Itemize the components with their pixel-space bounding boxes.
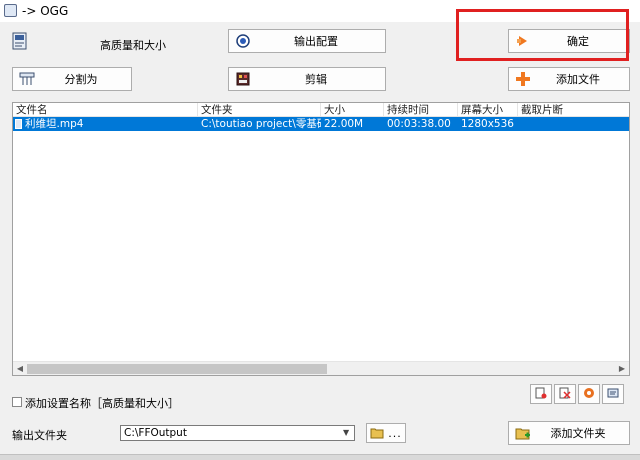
column-header-clip[interactable]: 截取片断 [518, 103, 629, 117]
cell-size: 22.00M [324, 118, 364, 130]
column-header-folder[interactable]: 文件夹 [198, 103, 321, 117]
clear-list-icon [559, 387, 571, 402]
film-clip-icon [235, 71, 251, 87]
column-header-duration[interactable]: 持续时间 [384, 103, 458, 117]
plus-icon [515, 71, 531, 87]
add-file-button[interactable]: 添加文件 [508, 67, 630, 91]
clear-list-button[interactable] [554, 384, 576, 404]
remove-file-button[interactable] [530, 384, 552, 404]
add-file-label: 添加文件 [556, 73, 600, 86]
table-header: 文件名 文件夹 大小 持续时间 屏幕大小 截取片断 [13, 103, 629, 117]
highlight-annotation [456, 9, 629, 61]
file-list[interactable]: 文件名 文件夹 大小 持续时间 屏幕大小 截取片断 利维坦.mp4 C:\tou… [12, 102, 630, 376]
split-icon [19, 71, 35, 87]
window-title: -> OGG [22, 4, 69, 18]
add-setting-name-label: 添加设置名称［高质量和大小］ [25, 397, 179, 410]
quality-icon [12, 32, 28, 50]
split-button[interactable]: 分割为 [12, 67, 132, 91]
split-label: 分割为 [64, 73, 98, 86]
output-config-button[interactable]: 输出配置 [228, 29, 386, 53]
horizontal-scrollbar[interactable]: ◀ ▶ [13, 361, 629, 375]
output-folder-label: 输出文件夹 [12, 429, 67, 442]
output-config-icon [235, 33, 251, 49]
play-button[interactable] [578, 384, 600, 404]
scroll-thumb[interactable] [27, 364, 327, 374]
column-header-filename[interactable]: 文件名 [13, 103, 198, 117]
clip-label: 剪辑 [305, 73, 327, 86]
status-bar [0, 454, 640, 460]
media-info-button[interactable] [602, 384, 624, 404]
cell-screen-size: 1280x536 [461, 118, 514, 130]
play-icon [583, 387, 595, 402]
output-config-label: 输出配置 [294, 35, 338, 48]
folder-icon [370, 427, 384, 442]
add-setting-name-checkbox[interactable] [12, 397, 22, 407]
column-header-screen-size[interactable]: 屏幕大小 [458, 103, 518, 117]
table-row[interactable]: 利维坦.mp4 C:\toutiao project\零基础自学... 22.0… [13, 117, 629, 131]
column-header-size[interactable]: 大小 [321, 103, 384, 117]
chevron-down-icon: ▼ [343, 428, 350, 437]
remove-file-icon [535, 387, 547, 402]
browse-folder-button[interactable]: ... [366, 423, 406, 443]
file-icon [15, 119, 22, 129]
add-folder-icon [515, 425, 531, 441]
clip-button[interactable]: 剪辑 [228, 67, 386, 91]
cell-duration: 00:03:38.00 [387, 118, 451, 130]
scroll-right-icon[interactable]: ▶ [615, 362, 629, 376]
media-info-icon [607, 387, 619, 402]
cell-folder: C:\toutiao project\零基础自学... [201, 118, 321, 130]
cell-clip [518, 117, 629, 131]
output-folder-select[interactable]: C:\FFOutput ▼ [120, 425, 355, 441]
app-icon [4, 4, 17, 17]
add-folder-button[interactable]: 添加文件夹 [508, 421, 630, 445]
add-folder-label: 添加文件夹 [550, 427, 606, 440]
scroll-left-icon[interactable]: ◀ [13, 362, 27, 376]
output-folder-value: C:\FFOutput [124, 427, 187, 439]
cell-filename: 利维坦.mp4 [25, 118, 84, 130]
quality-label: 高质量和大小 [100, 39, 166, 52]
